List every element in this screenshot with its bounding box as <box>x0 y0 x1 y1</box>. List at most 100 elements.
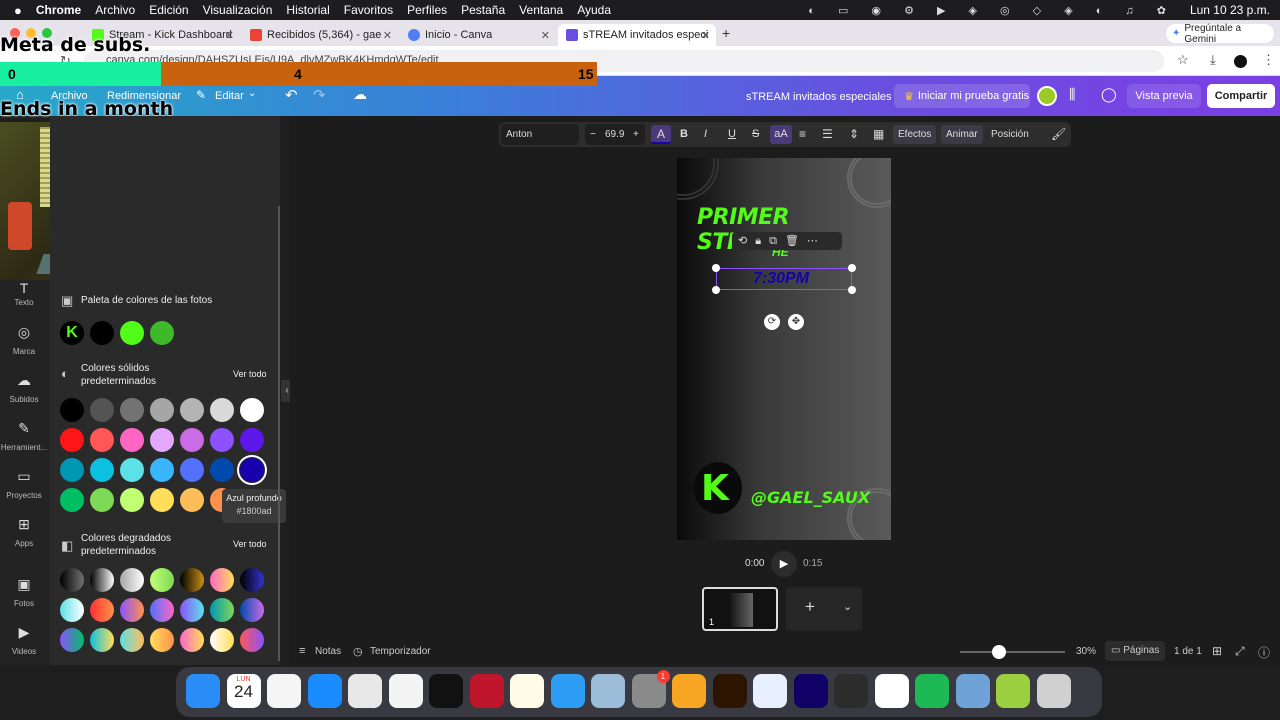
trash-icon[interactable] <box>1036 674 1071 708</box>
zoom-slider[interactable] <box>960 645 1065 659</box>
gradient-swatch[interactable] <box>210 628 234 652</box>
photo-swatch[interactable] <box>150 321 174 345</box>
menu-item-ayuda[interactable]: Ayuda <box>577 3 611 17</box>
menu-item-edicion[interactable]: Edición <box>149 3 188 17</box>
edit-pencil-icon[interactable]: ✎ <box>196 88 206 102</box>
kick-logo-swatch[interactable]: K <box>60 321 84 345</box>
gradient-swatch[interactable] <box>240 628 264 652</box>
illustrator-icon[interactable] <box>712 674 747 708</box>
rotate-handle-icon[interactable]: ⟳ <box>764 314 780 330</box>
reminders-icon[interactable] <box>267 674 301 708</box>
solid-color-swatch[interactable] <box>240 398 264 422</box>
chevron-down-icon[interactable]: ⌄ <box>248 88 256 99</box>
font-size-increase-button[interactable]: + <box>633 129 639 140</box>
gradient-swatch[interactable] <box>180 628 204 652</box>
gradient-swatch[interactable] <box>180 568 204 592</box>
design-page[interactable]: PRIMER STREAM HE ⟲🔒︎⧉🗑︎⋯ 7:30PM ⟳ ✥ K @G… <box>677 158 891 540</box>
solid-color-swatch[interactable] <box>120 488 144 512</box>
handle[interactable] <box>848 264 856 272</box>
undo-icon[interactable]: ↶ <box>285 86 298 104</box>
menu-item-ventana[interactable]: Ventana <box>519 3 563 17</box>
gradient-swatch[interactable] <box>210 568 234 592</box>
lock-icon[interactable]: 🔒︎ <box>755 235 769 247</box>
font-size-decrease-button[interactable]: − <box>590 129 596 140</box>
gradient-swatch[interactable] <box>240 568 264 592</box>
menu-item-perfiles[interactable]: Perfiles <box>407 3 447 17</box>
menu-item-favoritos[interactable]: Favoritos <box>344 3 393 17</box>
cloud-save-icon[interactable]: ☁ <box>353 86 367 103</box>
timer-button[interactable]: Temporizador <box>370 646 431 657</box>
photo-swatch[interactable] <box>120 321 144 345</box>
solid-color-swatch[interactable] <box>150 398 174 422</box>
gradient-swatch[interactable] <box>150 568 174 592</box>
design-title[interactable]: sTREAM invitados especiales <box>746 91 892 103</box>
handle[interactable] <box>712 286 720 294</box>
rail-fotos[interactable]: ▣ Fotos <box>0 576 48 608</box>
time-text[interactable]: 7:30PM <box>753 270 809 288</box>
pages-button[interactable]: ▭ Páginas <box>1105 641 1165 661</box>
play-button[interactable]: ▶ <box>771 551 797 577</box>
preview-icon[interactable] <box>591 674 625 708</box>
solid-color-swatch[interactable] <box>60 488 84 512</box>
solid-color-swatch[interactable] <box>150 428 174 452</box>
font-size-input[interactable]: 69.9 <box>605 129 624 140</box>
solid-color-swatch[interactable] <box>210 398 234 422</box>
gradient-swatch[interactable] <box>60 568 84 592</box>
solid-color-swatch[interactable] <box>237 455 267 485</box>
close-tab-icon[interactable]: ✕ <box>383 29 392 42</box>
strikethrough-button[interactable]: S <box>752 128 759 140</box>
duplicate-icon[interactable]: ⧉ <box>769 235 785 247</box>
safari-icon[interactable] <box>307 674 342 708</box>
gradient-swatch[interactable] <box>90 628 114 652</box>
premiere-icon[interactable] <box>793 674 828 708</box>
system-settings-icon[interactable]: 1 <box>631 670 670 708</box>
rail-apps[interactable]: ⊞ Apps <box>0 516 48 548</box>
user-avatar[interactable] <box>1037 86 1057 106</box>
bold-button[interactable]: B <box>680 128 688 140</box>
grid-view-icon[interactable]: ⊞ <box>1212 644 1222 658</box>
timer-icon[interactable]: ◷ <box>353 645 363 658</box>
solid-color-swatch[interactable] <box>180 398 204 422</box>
fullscreen-icon[interactable]: ⤢ <box>1235 644 1245 659</box>
rail-marca[interactable]: ◎ Marca <box>0 324 48 356</box>
gradient-swatch[interactable] <box>120 628 144 652</box>
menu-app-name[interactable]: Chrome <box>36 3 81 17</box>
gradient-swatch[interactable] <box>60 628 84 652</box>
solid-color-swatch[interactable] <box>90 398 114 422</box>
gemini-button[interactable]: ✦ Pregúntale a Gemini <box>1166 23 1274 45</box>
rail-herramientas[interactable]: ✎ Herramient... <box>0 420 48 452</box>
tab-canva-home[interactable]: Inicio - Canva ✕ <box>400 24 556 46</box>
menu-item-archivo[interactable]: Archivo <box>95 3 135 17</box>
creative-cloud-icon[interactable] <box>469 674 504 708</box>
solid-color-swatch[interactable] <box>210 428 234 452</box>
download-icon[interactable]: ⤓ <box>1210 52 1216 68</box>
gradient-swatch[interactable] <box>240 598 264 622</box>
disk-icon[interactable] <box>955 674 990 708</box>
editar-menu[interactable]: Editar <box>215 90 244 102</box>
handle[interactable] <box>848 286 856 294</box>
zoom-slider-knob[interactable] <box>991 645 1006 659</box>
align-icon[interactable]: ≡ <box>799 127 806 141</box>
close-tab-icon[interactable]: ✕ <box>225 29 234 42</box>
spacing-icon[interactable]: ⇕ <box>849 127 859 141</box>
photo-swatch[interactable] <box>90 321 114 345</box>
app-store-icon[interactable] <box>550 674 585 708</box>
insights-icon[interactable]: ⫼ <box>1069 86 1075 103</box>
redo-icon[interactable]: ↷ <box>313 86 326 104</box>
notes-icon[interactable] <box>510 674 544 708</box>
gradient-swatch[interactable] <box>60 598 84 622</box>
rail-texto[interactable]: T Texto <box>0 280 48 307</box>
format-painter-icon[interactable]: 🖌︎ <box>1051 127 1066 141</box>
trial-button[interactable]: ♛ Iniciar mi prueba gratis <box>894 84 1030 108</box>
solid-color-swatch[interactable] <box>240 428 264 452</box>
gradient-swatch[interactable] <box>150 628 174 652</box>
help-icon[interactable]: ⓘ <box>1258 644 1270 661</box>
clock[interactable]: Lun 10 23 p.m. <box>1190 3 1270 17</box>
underline-button[interactable]: U <box>728 128 736 140</box>
chevron-down-icon[interactable]: ⌄ <box>843 600 852 613</box>
rotate-icon[interactable]: ⟲ <box>738 235 755 247</box>
solid-color-swatch[interactable] <box>150 488 174 512</box>
close-tab-icon[interactable]: ✕ <box>541 29 550 42</box>
add-page-button[interactable]: + ⌄ <box>786 587 862 631</box>
bitwarden-icon[interactable] <box>753 674 787 708</box>
